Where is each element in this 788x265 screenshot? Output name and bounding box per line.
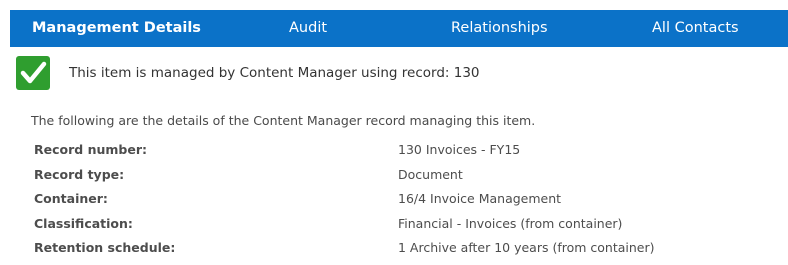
tab-management-details[interactable]: Management Details <box>32 10 201 47</box>
record-number-value: 130 Invoices - FY15 <box>398 142 521 157</box>
record-type-label: Record type: <box>34 166 125 182</box>
checkmark-icon <box>16 56 50 90</box>
managed-status: This item is managed by Content Manager … <box>16 56 776 90</box>
record-details: Record number: 130 Invoices - FY15 Recor… <box>34 142 774 265</box>
detail-row-retention-schedule: Retention schedule: 1 Archive after 10 y… <box>34 240 774 265</box>
container-label: Container: <box>34 191 108 206</box>
classification-value: Financial - Invoices (from container) <box>398 215 623 231</box>
tab-all-contacts[interactable]: All Contacts <box>652 10 739 47</box>
tab-relationships[interactable]: Relationships <box>451 10 548 47</box>
retention-schedule-label: Retention schedule: <box>34 240 176 255</box>
detail-row-container: Container: 16/4 Invoice Management <box>34 191 774 216</box>
detail-row-record-number: Record number: 130 Invoices - FY15 <box>34 142 774 167</box>
details-intro: The following are the details of the Con… <box>31 113 536 128</box>
record-number-label: Record number: <box>34 142 147 157</box>
retention-schedule-value: 1 Archive after 10 years (from container… <box>398 240 655 255</box>
container-value: 16/4 Invoice Management <box>398 191 562 206</box>
detail-row-classification: Classification: Financial - Invoices (fr… <box>34 216 774 241</box>
classification-label: Classification: <box>34 215 133 231</box>
record-type-value: Document <box>398 166 463 182</box>
tab-audit[interactable]: Audit <box>289 10 327 47</box>
managed-status-text: This item is managed by Content Manager … <box>69 65 480 81</box>
detail-row-record-type: Record type: Document <box>34 167 774 192</box>
tab-bar: Management Details Audit Relationships A… <box>10 10 788 47</box>
